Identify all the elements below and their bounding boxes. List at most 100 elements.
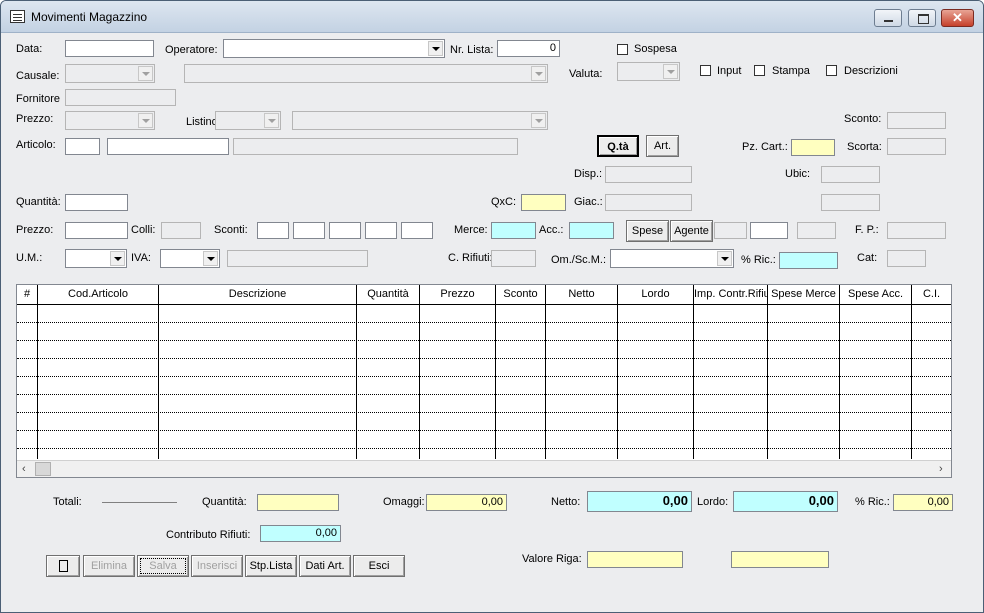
chevron-down-icon[interactable] [428, 41, 443, 56]
operatore-select[interactable] [223, 39, 445, 58]
col-header-spese-acc[interactable]: Spese Acc. [840, 285, 912, 304]
col-header-quantita[interactable]: Quantità [357, 285, 420, 304]
listino-description-select[interactable] [292, 111, 548, 130]
totale-ric-field[interactable]: 0,00 [893, 494, 953, 511]
sconto2-field[interactable] [293, 222, 325, 239]
agente-button[interactable]: Agente [670, 220, 713, 242]
col-header-cod-articolo[interactable]: Cod.Articolo [38, 285, 159, 304]
omaggi-field[interactable]: 0,00 [426, 494, 507, 511]
sconto5-field[interactable] [401, 222, 433, 239]
input-checkbox[interactable] [700, 65, 711, 76]
iva-select[interactable] [160, 249, 220, 268]
table-row[interactable] [17, 394, 951, 395]
sconto3-field[interactable] [329, 222, 361, 239]
elimina-button[interactable]: Elimina [83, 555, 135, 577]
col-header-sconto[interactable]: Sconto [496, 285, 546, 304]
fp-field[interactable] [887, 222, 946, 239]
table-row[interactable] [17, 340, 951, 341]
col-header-imp-contr-rifiuti[interactable]: Imp. Contr.Rifiu [694, 285, 768, 304]
col-header-lordo[interactable]: Lordo [618, 285, 694, 304]
crifiuti-field[interactable] [491, 250, 536, 267]
ubic-field[interactable] [821, 166, 880, 183]
valuta-select[interactable] [617, 62, 680, 81]
valore-riga-extra-field[interactable] [731, 551, 829, 568]
chevron-down-icon[interactable] [663, 64, 678, 79]
col-header-index[interactable]: # [17, 285, 38, 304]
movements-grid[interactable]: # Cod.Articolo Descrizione Quantità Prez… [16, 284, 952, 478]
chevron-down-icon[interactable] [264, 113, 279, 128]
ubic-extra-field[interactable] [821, 194, 880, 211]
iva-description-field[interactable] [227, 250, 368, 267]
um-select[interactable] [65, 249, 127, 268]
col-header-netto[interactable]: Netto [546, 285, 618, 304]
table-row[interactable] [17, 376, 951, 377]
chevron-down-icon[interactable] [138, 66, 153, 81]
qta-button[interactable]: Q.tà [597, 135, 639, 157]
row-selector-column[interactable] [17, 305, 37, 459]
pzcart-field[interactable] [791, 139, 835, 156]
stampa-checkbox[interactable] [754, 65, 765, 76]
merce-field[interactable] [491, 222, 536, 239]
disp-field[interactable] [605, 166, 692, 183]
table-row[interactable] [17, 358, 951, 359]
dati-art-button[interactable]: Dati Art. [299, 555, 351, 577]
col-header-descrizione[interactable]: Descrizione [159, 285, 357, 304]
descrizioni-checkbox[interactable] [826, 65, 837, 76]
maximize-button[interactable] [908, 9, 936, 27]
articolo-description-field[interactable] [233, 138, 518, 155]
sconto-field[interactable] [887, 112, 946, 129]
causale-select[interactable] [65, 64, 155, 83]
agente-code-field[interactable] [714, 222, 747, 239]
totale-quantita-field[interactable] [257, 494, 339, 511]
esci-button[interactable]: Esci [353, 555, 405, 577]
listino-select[interactable] [215, 111, 281, 130]
agente-extra-field[interactable] [797, 222, 836, 239]
fornitore-field[interactable] [65, 89, 176, 106]
prezzo-select[interactable] [65, 111, 155, 130]
col-header-spese-merce[interactable]: Spese Merce [768, 285, 840, 304]
table-row[interactable] [17, 322, 951, 323]
netto-field[interactable]: 0,00 [587, 491, 692, 512]
col-header-prezzo[interactable]: Prezzo [420, 285, 496, 304]
scrollbar-thumb[interactable] [35, 462, 51, 476]
causale-description-select[interactable] [184, 64, 548, 83]
articolo-search-field[interactable] [107, 138, 229, 155]
ric-field[interactable] [779, 252, 838, 269]
colli-field[interactable] [161, 222, 201, 239]
valore-riga-field[interactable] [587, 551, 683, 568]
minimize-button[interactable] [874, 9, 902, 27]
giac-field[interactable] [605, 194, 692, 211]
sospesa-checkbox[interactable] [617, 44, 628, 55]
quantita-field[interactable] [65, 194, 128, 211]
agente-value-field[interactable] [750, 222, 788, 239]
inserisci-button[interactable]: Inserisci [191, 555, 243, 577]
lordo-field[interactable]: 0,00 [733, 491, 838, 512]
omscm-select[interactable] [610, 249, 734, 268]
stp-lista-button[interactable]: Stp.Lista [245, 555, 297, 577]
new-document-button[interactable] [46, 555, 80, 577]
chevron-down-icon[interactable] [531, 113, 546, 128]
title-bar[interactable]: Movimenti Magazzino ✕ [1, 1, 983, 33]
table-row[interactable] [17, 430, 951, 431]
chevron-down-icon[interactable] [138, 113, 153, 128]
table-row[interactable] [17, 448, 951, 449]
chevron-down-icon[interactable] [110, 251, 125, 266]
close-button[interactable]: ✕ [941, 9, 974, 27]
spese-button[interactable]: Spese [626, 220, 669, 242]
nrlista-field[interactable]: 0 [497, 40, 560, 57]
art-button[interactable]: Art. [646, 135, 679, 157]
salva-button[interactable]: Salva [137, 555, 189, 577]
acc-field[interactable] [569, 222, 614, 239]
chevron-down-icon[interactable] [531, 66, 546, 81]
horizontal-scrollbar[interactable]: ‹ › [17, 460, 951, 477]
cat-field[interactable] [887, 250, 926, 267]
chevron-down-icon[interactable] [203, 251, 218, 266]
chevron-left-icon[interactable]: ‹ [22, 461, 26, 477]
sconto1-field[interactable] [257, 222, 289, 239]
col-header-ci[interactable]: C.I. [912, 285, 951, 304]
prezzo-unit-field[interactable] [65, 222, 128, 239]
chevron-right-icon[interactable]: › [939, 461, 943, 477]
table-row[interactable] [17, 412, 951, 413]
chevron-down-icon[interactable] [717, 251, 732, 266]
articolo-code-field[interactable] [65, 138, 100, 155]
